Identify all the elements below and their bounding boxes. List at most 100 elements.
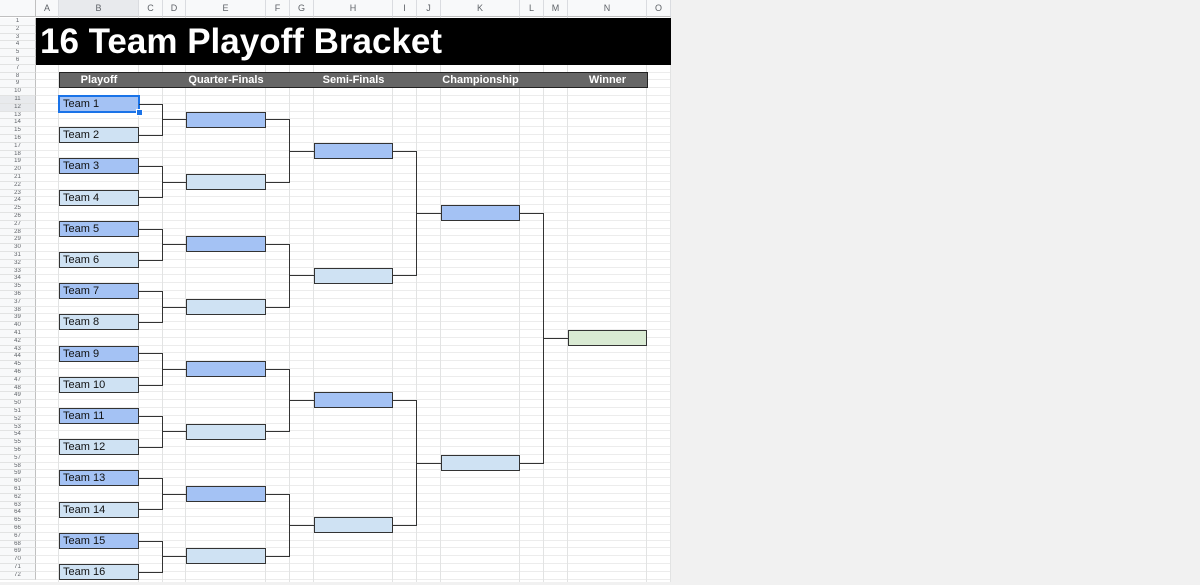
row-header-19[interactable]: 19	[0, 158, 36, 167]
row-header-59[interactable]: 59	[0, 470, 36, 479]
column-header-f[interactable]: F	[266, 0, 290, 17]
quarter-final-slot-2[interactable]	[186, 174, 266, 191]
row-header-54[interactable]: 54	[0, 431, 36, 440]
row-header-40[interactable]: 40	[0, 322, 36, 330]
row-header-45[interactable]: 45	[0, 361, 36, 369]
row-header-48[interactable]: 48	[0, 384, 36, 393]
row-header-70[interactable]: 70	[0, 556, 36, 564]
row-header-68[interactable]: 68	[0, 540, 36, 549]
row-header-11[interactable]: 11	[0, 96, 36, 104]
semi-final-slot-1[interactable]	[314, 142, 393, 159]
row-header-49[interactable]: 49	[0, 392, 36, 401]
row-header-3[interactable]: 3	[0, 33, 36, 42]
row-header-10[interactable]: 10	[0, 88, 36, 96]
row-header-26[interactable]: 26	[0, 213, 36, 221]
winner-slot[interactable]	[568, 330, 647, 347]
row-header-6[interactable]: 6	[0, 57, 36, 65]
row-header-47[interactable]: 47	[0, 376, 36, 385]
row-header-8[interactable]: 8	[0, 72, 36, 81]
row-header-60[interactable]: 60	[0, 478, 36, 486]
row-header-20[interactable]: 20	[0, 166, 36, 174]
row-header-46[interactable]: 46	[0, 369, 36, 377]
team-slot-5[interactable]: Team 5	[59, 220, 139, 237]
team-slot-8[interactable]: Team 8	[59, 314, 139, 331]
quarter-final-slot-3[interactable]	[186, 236, 266, 253]
row-header-55[interactable]: 55	[0, 439, 36, 447]
team-slot-14[interactable]: Team 14	[59, 501, 139, 518]
row-header-43[interactable]: 43	[0, 345, 36, 354]
championship-slot-1[interactable]	[441, 205, 520, 222]
row-header-21[interactable]: 21	[0, 174, 36, 182]
column-header-e[interactable]: E	[186, 0, 266, 17]
row-header-35[interactable]: 35	[0, 283, 36, 291]
quarter-final-slot-5[interactable]	[186, 361, 266, 378]
team-slot-9[interactable]: Team 9	[59, 345, 139, 362]
row-header-66[interactable]: 66	[0, 525, 36, 533]
row-header-72[interactable]: 72	[0, 571, 36, 580]
row-header-61[interactable]: 61	[0, 486, 36, 494]
selection-fill-handle[interactable]	[136, 108, 143, 116]
row-header-7[interactable]: 7	[0, 64, 36, 73]
row-header-53[interactable]: 53	[0, 423, 36, 432]
row-header-29[interactable]: 29	[0, 236, 36, 245]
row-header-14[interactable]: 14	[0, 119, 36, 128]
row-header-37[interactable]: 37	[0, 298, 36, 307]
row-header-57[interactable]: 57	[0, 454, 36, 463]
quarter-final-slot-8[interactable]	[186, 548, 266, 565]
column-header-o[interactable]: O	[647, 0, 671, 17]
row-header-31[interactable]: 31	[0, 252, 36, 260]
quarter-final-slot-7[interactable]	[186, 486, 266, 503]
row-header-2[interactable]: 2	[0, 25, 36, 34]
column-header-l[interactable]: L	[520, 0, 544, 17]
quarter-final-slot-1[interactable]	[186, 111, 266, 128]
row-header-42[interactable]: 42	[0, 337, 36, 346]
select-all-corner[interactable]	[0, 0, 36, 17]
row-header-67[interactable]: 67	[0, 532, 36, 541]
row-header-36[interactable]: 36	[0, 291, 36, 299]
row-header-51[interactable]: 51	[0, 408, 36, 416]
row-header-41[interactable]: 41	[0, 330, 36, 338]
column-header-j[interactable]: J	[417, 0, 441, 17]
column-header-d[interactable]: D	[163, 0, 186, 17]
team-slot-11[interactable]: Team 11	[59, 408, 139, 425]
column-header-n[interactable]: N	[568, 0, 647, 17]
row-header-27[interactable]: 27	[0, 220, 36, 229]
row-header-44[interactable]: 44	[0, 353, 36, 362]
row-header-13[interactable]: 13	[0, 111, 36, 120]
spreadsheet-grid[interactable]: ABCDEFGHIJKLMNO 1 2 3 4 5 6 7 8 9 10 11 12 13 14 15 16 1…	[0, 0, 671, 585]
row-header-64[interactable]: 64	[0, 509, 36, 518]
row-header-39[interactable]: 39	[0, 314, 36, 323]
team-slot-16[interactable]: Team 16	[59, 564, 139, 581]
row-header-33[interactable]: 33	[0, 267, 36, 276]
team-slot-4[interactable]: Team 4	[59, 189, 139, 206]
row-header-16[interactable]: 16	[0, 135, 36, 143]
row-header-28[interactable]: 28	[0, 228, 36, 237]
row-header-25[interactable]: 25	[0, 205, 36, 213]
row-header-18[interactable]: 18	[0, 150, 36, 159]
row-header-5[interactable]: 5	[0, 49, 36, 57]
semi-final-slot-2[interactable]	[314, 267, 393, 284]
team-slot-1[interactable]: Team 1	[58, 94, 140, 114]
row-header-9[interactable]: 9	[0, 80, 36, 89]
row-header-69[interactable]: 69	[0, 548, 36, 557]
team-slot-7[interactable]: Team 7	[59, 283, 139, 300]
column-header-m[interactable]: M	[544, 0, 568, 17]
row-header-15[interactable]: 15	[0, 127, 36, 135]
row-header-38[interactable]: 38	[0, 306, 36, 315]
column-header-b[interactable]: B	[59, 0, 139, 17]
row-header-56[interactable]: 56	[0, 447, 36, 455]
quarter-final-slot-4[interactable]	[186, 298, 266, 315]
row-header-30[interactable]: 30	[0, 244, 36, 252]
row-header-24[interactable]: 24	[0, 197, 36, 206]
column-header-g[interactable]: G	[290, 0, 314, 17]
bracket-title[interactable]: 16 Team Playoff Bracket	[36, 18, 671, 65]
column-header-i[interactable]: I	[393, 0, 417, 17]
column-header-k[interactable]: K	[441, 0, 520, 17]
row-header-62[interactable]: 62	[0, 493, 36, 502]
team-slot-12[interactable]: Team 12	[59, 439, 139, 456]
row-header-17[interactable]: 17	[0, 142, 36, 151]
row-header-1[interactable]: 1	[0, 18, 36, 26]
row-header-12[interactable]: 12	[0, 103, 36, 112]
row-header-4[interactable]: 4	[0, 41, 36, 50]
team-slot-2[interactable]: Team 2	[59, 127, 139, 144]
